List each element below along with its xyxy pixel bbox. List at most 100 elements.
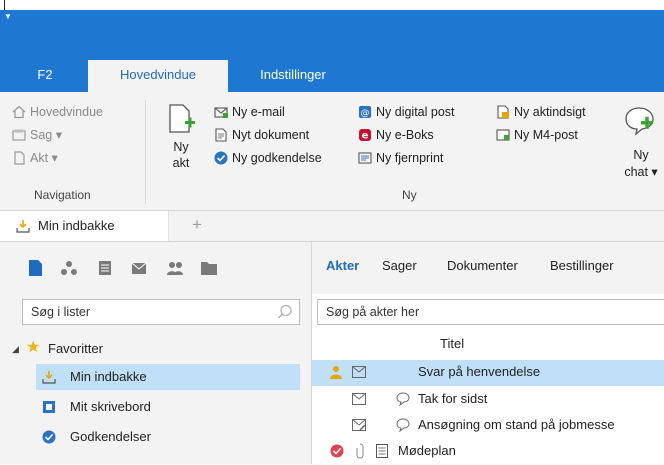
- tab-bestillinger[interactable]: Bestillinger: [550, 258, 614, 273]
- window-top-border: [0, 0, 664, 15]
- nav-sag-label: Sag ▾: [30, 128, 62, 142]
- left-panel: Søg i lister ◢ ★ Favoritter Min indbakke…: [0, 242, 311, 464]
- new-email-label: Ny e-mail: [232, 105, 285, 119]
- tab-dokumenter[interactable]: Dokumenter: [447, 258, 518, 273]
- new-text-document-icon: [215, 128, 227, 142]
- new-document-icon: [169, 104, 195, 133]
- tree-godkendelser[interactable]: Godkendelser: [36, 424, 300, 450]
- row-title: Mødeplan: [398, 443, 456, 458]
- home-icon: [12, 105, 26, 119]
- tab-f2[interactable]: F2: [30, 60, 60, 92]
- group-label-ny: Ny: [402, 188, 417, 202]
- access-request-icon: [497, 105, 509, 119]
- tree-godkendelser-label: Godkendelser: [70, 429, 151, 444]
- table-row[interactable]: Ansøgning om stand på jobmesse: [312, 413, 664, 439]
- inbox-icon: [42, 371, 56, 384]
- org-chart-icon[interactable]: [60, 260, 78, 276]
- group-label-navigation: Navigation: [34, 188, 91, 202]
- tab-min-indbakke[interactable]: Min indbakke: [0, 211, 169, 241]
- approved-check-icon: [330, 444, 344, 458]
- row-title: Ansøgning om stand på jobmesse: [418, 417, 615, 432]
- mail-icon: [352, 366, 366, 378]
- tree-mit-skrivebord[interactable]: Mit skrivebord: [36, 394, 300, 420]
- new-eboks-label: Ny e-Boks: [376, 128, 434, 142]
- tree-expand-icon[interactable]: ◢: [12, 336, 19, 362]
- new-remote-print-button[interactable]: Ny fjernprint: [358, 148, 443, 168]
- mail-stack-icon[interactable]: [130, 260, 148, 276]
- new-access-request-label: Ny aktindsigt: [514, 105, 586, 119]
- row-title: Svar på henvendelse: [418, 364, 541, 379]
- tab-sager[interactable]: Sager: [382, 258, 417, 273]
- new-m4-post-button[interactable]: Ny M4-post: [496, 125, 578, 145]
- digital-post-icon: @: [359, 106, 371, 119]
- list-search-input[interactable]: Søg i lister: [22, 299, 300, 325]
- new-remote-print-label: Ny fjernprint: [376, 151, 444, 165]
- new-access-request-button[interactable]: Ny aktindsigt: [496, 102, 586, 122]
- akter-search-placeholder: Søg på akter her: [326, 305, 420, 319]
- nav-hovedvindue[interactable]: Hovedvindue: [12, 102, 103, 122]
- star-icon: ★: [26, 339, 41, 356]
- akter-search-input[interactable]: Søg på akter her: [317, 299, 664, 325]
- nav-akt[interactable]: Akt ▾: [12, 148, 58, 168]
- list-icon[interactable]: [96, 260, 114, 276]
- row-title: Tak for sidst: [418, 391, 488, 406]
- comment-icon: [396, 418, 410, 432]
- mail-edit-icon: [352, 419, 366, 431]
- table-row[interactable]: Svar på henvendelse: [312, 360, 664, 386]
- table-row[interactable]: Tak for sidst: [312, 387, 664, 413]
- remote-print-icon: [358, 152, 372, 164]
- comment-icon: [396, 392, 410, 406]
- case-icon: [12, 129, 26, 141]
- tab-min-indbakke-label: Min indbakke: [38, 218, 115, 233]
- document-icon: [14, 151, 25, 165]
- quick-access-dropdown-icon[interactable]: ▼: [4, 12, 12, 21]
- attachment-icon: [356, 443, 364, 459]
- tab-hovedvindue[interactable]: Hovedvindue: [88, 60, 228, 92]
- tab-indstillinger[interactable]: Indstillinger: [240, 60, 346, 92]
- new-chat-label-1: Ny: [633, 148, 649, 162]
- nav-hovedvindue-label: Hovedvindue: [30, 105, 103, 119]
- new-digital-post-label: Ny digital post: [376, 105, 455, 119]
- new-approval-label: Ny godkendelse: [232, 151, 322, 165]
- new-eboks-button[interactable]: e Ny e-Boks: [358, 125, 434, 145]
- new-akt-button[interactable]: Ny akt: [160, 100, 202, 180]
- table-row[interactable]: Mødeplan: [312, 439, 664, 465]
- approval-check-icon: [214, 151, 228, 165]
- nav-sag[interactable]: Sag ▾: [12, 125, 62, 145]
- right-panel: Akter Sager Dokumenter Bestillinger Søg …: [312, 242, 664, 464]
- new-chat-button[interactable]: Ny chat ▾: [618, 100, 664, 180]
- tree-min-indbakke[interactable]: Min indbakke: [36, 364, 300, 390]
- ribbon-separator: [145, 100, 146, 204]
- new-chat-label-2: chat ▾: [624, 165, 658, 179]
- new-akt-label-2: akt: [172, 156, 190, 170]
- result-tabs: Akter Sager Dokumenter Bestillinger: [312, 242, 664, 294]
- desk-icon: [43, 401, 55, 413]
- new-akt-label-1: Ny: [173, 140, 189, 154]
- new-digital-post-button[interactable]: @ Ny digital post: [358, 102, 455, 122]
- new-email-button[interactable]: Ny e-mail: [214, 102, 285, 122]
- tree-favorites[interactable]: ◢ ★ Favoritter: [12, 336, 302, 362]
- list-search-placeholder: Søg i lister: [31, 305, 91, 319]
- new-document-button[interactable]: Nyt dokument: [214, 125, 309, 145]
- user-icon: [330, 366, 342, 379]
- svg-text:@: @: [361, 109, 370, 119]
- search-icon[interactable]: [277, 304, 293, 320]
- new-approval-button[interactable]: Ny godkendelse: [214, 148, 322, 168]
- svg-text:e: e: [362, 131, 369, 142]
- column-header-title[interactable]: Titel: [440, 336, 464, 351]
- ribbon-tab-bar: F2 Hovedvindue Indstillinger: [0, 60, 664, 92]
- document-list-icon[interactable]: [26, 260, 44, 276]
- tab-akter[interactable]: Akter: [326, 258, 359, 273]
- new-email-icon: [214, 107, 228, 118]
- new-m4-post-label: Ny M4-post: [514, 128, 578, 142]
- add-tab-button[interactable]: +: [192, 215, 202, 235]
- mail-icon: [352, 393, 366, 405]
- folder-icon[interactable]: [200, 260, 218, 276]
- document-tab-bar: Min indbakke +: [0, 211, 664, 242]
- new-chat-icon: [625, 107, 654, 136]
- approval-check-icon: [42, 430, 56, 444]
- m4-post-icon: [496, 129, 510, 141]
- nav-akt-label: Akt ▾: [30, 151, 58, 165]
- new-document-label: Nyt dokument: [232, 128, 310, 142]
- users-icon[interactable]: [166, 260, 184, 276]
